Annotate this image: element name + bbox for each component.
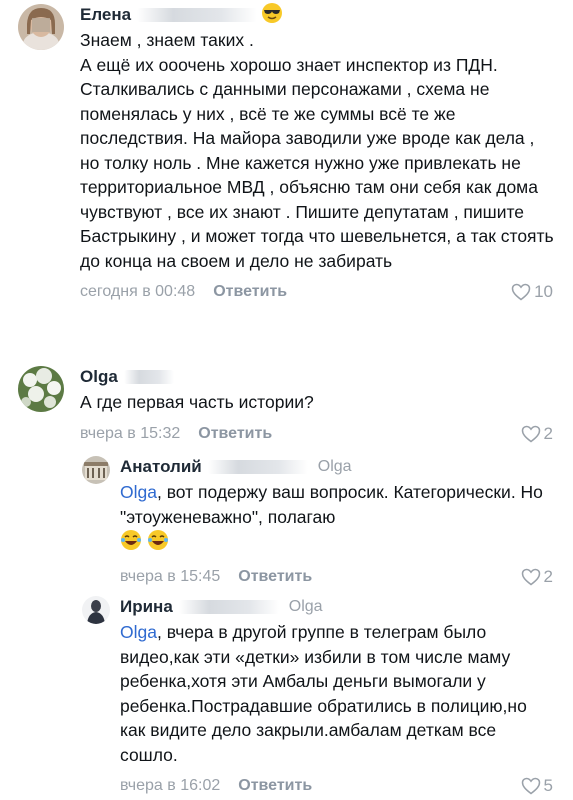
laughing-tears-emoji-icon — [147, 530, 169, 555]
comment-date: сегодня в 00:48 — [80, 283, 196, 300]
avatar[interactable] — [82, 456, 110, 484]
comment-date: вчера в 15:45 — [120, 567, 221, 585]
comment-date: вчера в 15:32 — [80, 424, 181, 442]
heart-icon — [521, 777, 540, 795]
reply-button[interactable]: Ответить — [238, 777, 312, 795]
heart-icon — [521, 425, 540, 442]
mention-link[interactable]: Olga — [120, 482, 157, 502]
like-button[interactable]: 2 — [521, 566, 553, 588]
redacted-surname — [178, 600, 279, 614]
comment-text: Olga, вчера в другой группе в телеграм б… — [120, 620, 555, 767]
comment-paragraph: А ещё их ооочень хорошо знает инспектор … — [80, 54, 498, 75]
building-photo-icon — [82, 456, 110, 484]
comments-thread: Елена Знаем , знаем таких . А ещё их ооо… — [0, 0, 573, 800]
reply-button[interactable]: Ответить — [198, 425, 272, 443]
heart-icon — [521, 568, 540, 585]
reply-to-name[interactable]: Olga — [318, 458, 352, 476]
reply-button[interactable]: Ответить — [238, 568, 312, 586]
comment-text: А где первая часть истории? — [80, 390, 555, 415]
heart-icon — [511, 283, 531, 301]
person-photo-blurred-icon — [18, 4, 64, 50]
comment-author[interactable]: Olga — [80, 367, 118, 387]
comment-text: Знаем , знаем таких . А ещё их ооочень х… — [80, 28, 555, 273]
comment-paragraph: Olga, вот подержу ваш вопросик. Категори… — [120, 480, 555, 529]
like-button[interactable]: 5 — [521, 775, 553, 797]
reply-to-name[interactable]: Olga — [289, 598, 323, 616]
comment-body-text: , вчера в другой группе в телеграм было … — [120, 622, 527, 765]
like-button[interactable]: 2 — [521, 423, 553, 445]
mention-link[interactable]: Olga — [120, 622, 157, 642]
emoji-row — [120, 529, 555, 558]
redacted-surname — [123, 370, 174, 384]
laughing-tears-emoji-icon — [120, 530, 147, 555]
comment-paragraph: Сталкивались с данными персонажами , схе… — [80, 79, 554, 271]
like-count: 2 — [543, 423, 553, 443]
redacted-surname — [207, 460, 308, 474]
comment-body-text: , вот подержу ваш вопросик. Категорическ… — [120, 482, 543, 527]
sunglasses-emoji-icon — [261, 2, 283, 29]
like-button[interactable]: 10 — [511, 281, 553, 303]
comment-author[interactable]: Анатолий — [120, 457, 202, 477]
comment-author[interactable]: Елена — [80, 5, 131, 25]
avatar[interactable] — [18, 366, 64, 412]
like-count: 10 — [534, 282, 553, 301]
avatar[interactable] — [82, 596, 110, 624]
like-count: 5 — [543, 776, 553, 795]
comment-author[interactable]: Ирина — [120, 597, 173, 617]
comment-paragraph: Olga, вчера в другой группе в телеграм б… — [120, 620, 555, 767]
comment-paragraph: А где первая часть истории? — [80, 392, 314, 412]
like-count: 2 — [543, 566, 553, 586]
avatar[interactable] — [18, 4, 64, 50]
flowers-photo-icon — [18, 366, 64, 412]
comment-paragraph: Знаем , знаем таких . — [80, 30, 254, 50]
comment-date: вчера в 16:02 — [120, 777, 221, 794]
comment-text: Olga, вот подержу ваш вопросик. Категори… — [120, 480, 555, 558]
person-photo-icon — [82, 596, 110, 624]
reply-button[interactable]: Ответить — [213, 283, 287, 301]
redacted-surname — [137, 8, 258, 22]
